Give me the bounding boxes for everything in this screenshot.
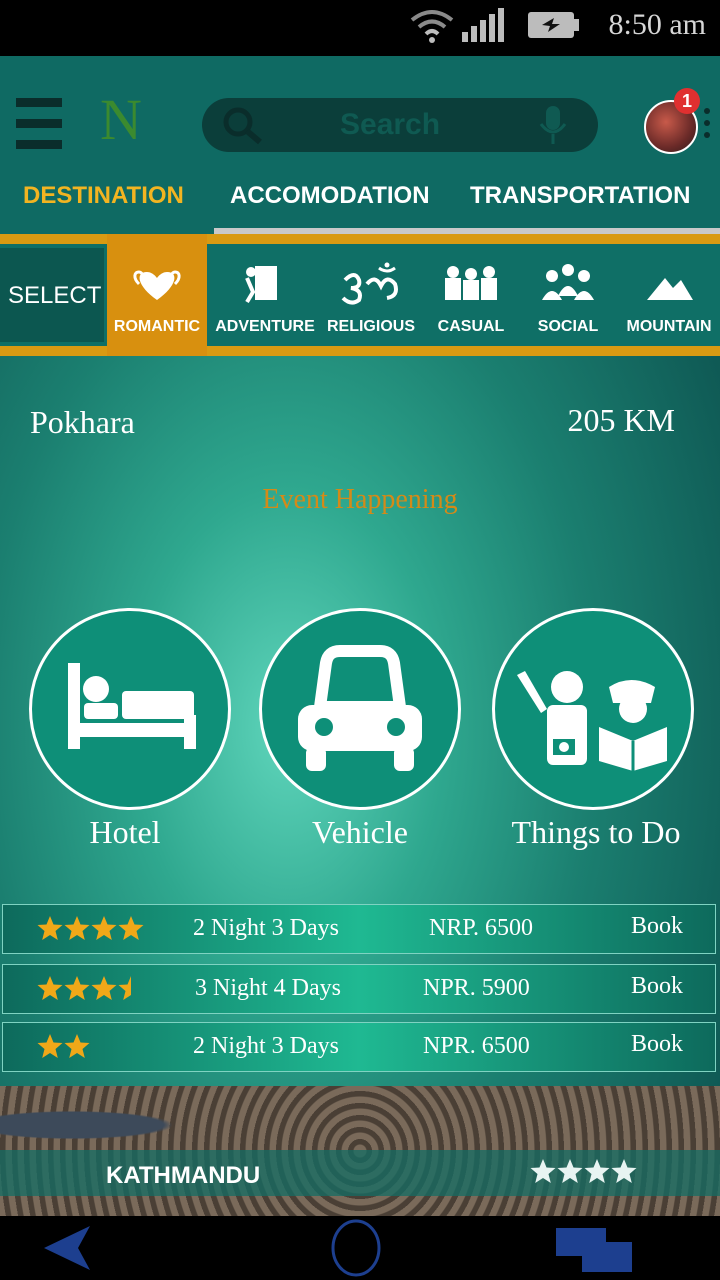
event-link[interactable]: Event Happening <box>0 484 720 516</box>
package-price: NPR. 5900 <box>423 975 530 1001</box>
package-price: NPR. 6500 <box>423 1033 530 1059</box>
app-logo: N <box>100 87 142 152</box>
featured-city: KATHMANDU <box>106 1162 261 1189</box>
group-icon <box>542 264 594 300</box>
category-label: MOUNTAIN <box>626 318 712 335</box>
hotel-button[interactable] <box>29 608 231 810</box>
home-icon[interactable] <box>330 1218 382 1278</box>
category-social[interactable]: SOCIAL <box>518 234 618 356</box>
top-bar: N Search 1 DESTINATION ACCOMODATION TRAN… <box>0 56 720 236</box>
featured-destination-card[interactable]: KATHMANDU <box>0 1086 720 1216</box>
back-icon[interactable] <box>42 1224 94 1272</box>
destination-name: Pokhara <box>30 404 135 440</box>
search-bar[interactable]: Search <box>202 98 598 152</box>
category-label: ADVENTURE <box>215 318 315 335</box>
microphone-icon[interactable] <box>538 106 568 146</box>
clock: 8:50 am <box>608 8 707 41</box>
status-bar: 8:50 am <box>0 0 720 56</box>
things-to-do-button[interactable] <box>492 608 694 810</box>
package-duration: 2 Night 3 Days <box>193 915 339 941</box>
destination-distance: 205 KM <box>567 402 675 438</box>
bed-icon <box>68 663 196 749</box>
package-row[interactable]: 2 Night 3 Days NRP. 6500 Book <box>2 904 716 954</box>
package-duration: 2 Night 3 Days <box>193 1033 339 1059</box>
category-label: SOCIAL <box>537 318 599 335</box>
car-icon <box>298 645 422 771</box>
recent-apps-icon[interactable] <box>556 1228 634 1274</box>
hearts-icon <box>133 270 181 300</box>
category-label: CASUAL <box>437 318 505 335</box>
app-screen: N Search 1 DESTINATION ACCOMODATION TRAN… <box>0 56 720 1216</box>
more-options-icon[interactable] <box>704 108 710 144</box>
rating-stars <box>37 976 131 1000</box>
tab-destination[interactable]: DESTINATION <box>23 182 184 210</box>
category-mountain[interactable]: MOUNTAIN <box>619 234 719 356</box>
package-duration: 3 Night 4 Days <box>195 975 341 1001</box>
tab-transportation[interactable]: TRANSPORTATION <box>470 182 690 210</box>
people-icon <box>445 266 497 300</box>
search-input[interactable]: Search <box>340 108 440 142</box>
service-label: Hotel <box>89 814 161 850</box>
package-row[interactable]: 3 Night 4 Days NPR. 5900 Book <box>2 964 716 1014</box>
service-label: Vehicle <box>312 814 408 850</box>
category-casual[interactable]: CASUAL <box>421 234 521 356</box>
om-icon <box>341 262 398 305</box>
category-romantic[interactable]: ROMANTIC <box>107 234 207 356</box>
package-row[interactable]: 2 Night 3 Days NPR. 6500 Book <box>2 1022 716 1072</box>
select-label: SELECT <box>8 282 102 309</box>
battery-charging-icon <box>528 12 579 38</box>
signal-icon <box>462 8 504 42</box>
service-label: Things to Do <box>511 814 681 850</box>
notification-badge: 1 <box>674 88 700 114</box>
book-button[interactable]: Book <box>631 1031 683 1058</box>
search-icon <box>223 107 262 145</box>
select-label-box: SELECT <box>0 248 104 342</box>
category-label: ROMANTIC <box>113 318 201 335</box>
rating-stars <box>37 1034 90 1058</box>
package-price: NRP. 6500 <box>429 915 534 941</box>
tab-accomodation[interactable]: ACCOMODATION <box>230 182 430 210</box>
climber-icon <box>245 266 277 304</box>
system-nav-bar <box>0 1216 720 1280</box>
category-label: RELIGIOUS <box>326 318 415 335</box>
wifi-icon <box>410 10 454 43</box>
rating-stars <box>530 1159 637 1183</box>
rating-stars <box>37 916 144 940</box>
book-button[interactable]: Book <box>631 973 683 1000</box>
mountain-icon <box>647 278 693 300</box>
category-adventure[interactable]: ADVENTURE <box>215 234 315 356</box>
tourists-icon <box>517 671 667 771</box>
menu-icon[interactable] <box>16 98 62 150</box>
vehicle-button[interactable] <box>259 608 461 810</box>
category-bar: SELECT ROMANTIC ADVENTURE RELIGIOUS CASU… <box>0 234 720 356</box>
category-religious[interactable]: RELIGIOUS <box>321 234 421 356</box>
book-button[interactable]: Book <box>631 913 683 940</box>
main-tabs: DESTINATION ACCOMODATION TRANSPORTATION <box>0 174 720 232</box>
